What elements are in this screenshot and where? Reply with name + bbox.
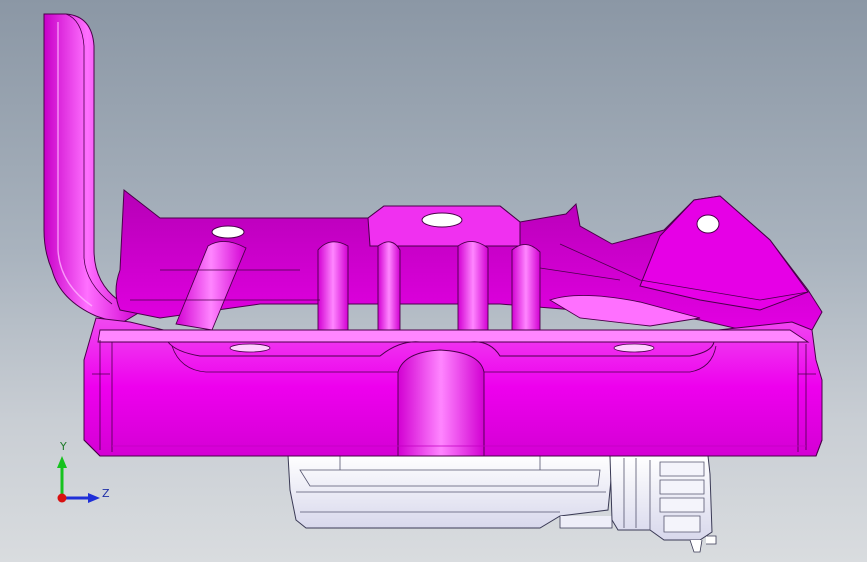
connector-block[interactable] <box>609 455 717 553</box>
y-axis-label: Y <box>60 440 67 453</box>
cad-model[interactable] <box>0 0 867 562</box>
main-tray[interactable] <box>83 317 823 457</box>
x-axis-dot <box>57 493 67 503</box>
z-axis-arrow <box>62 493 100 503</box>
z-axis-label: Z <box>102 487 110 500</box>
upper-housing[interactable] <box>115 189 823 335</box>
y-axis-arrow <box>57 456 67 496</box>
3d-viewport[interactable]: Y Z <box>0 0 867 562</box>
lower-housing[interactable] <box>287 454 613 529</box>
